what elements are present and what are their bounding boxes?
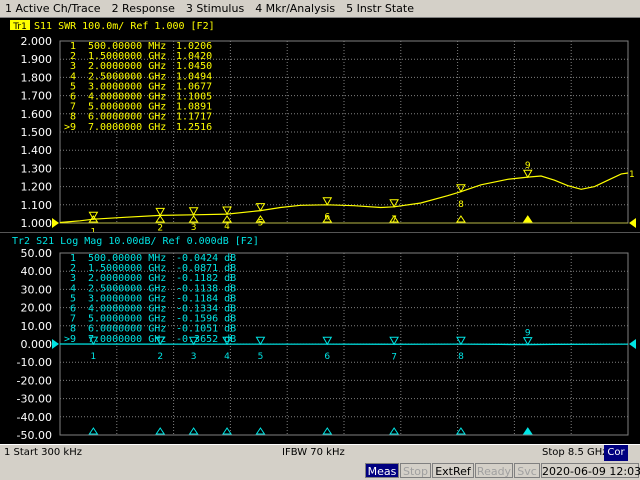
marker-number: 5 <box>258 219 264 229</box>
marker-number: 6 <box>324 213 330 223</box>
y-tick-label: 1.400 <box>21 144 53 157</box>
menu-instr-state[interactable]: 5 Instr State <box>341 2 420 15</box>
menu-active-ch-trace[interactable]: 1 Active Ch/Trace <box>0 2 107 15</box>
marker-number: 3 <box>191 223 197 232</box>
marker-triangle <box>322 197 333 206</box>
marker-triangle <box>188 207 199 216</box>
marker-triangle <box>389 336 399 346</box>
marker-stimulus-triangle <box>456 215 466 223</box>
marker-table-freq: 7.0000000 GHz <box>88 334 166 345</box>
reference-arrow-left <box>52 218 59 228</box>
marker-number: 6 <box>324 352 330 362</box>
marker-number: 5 <box>258 352 264 362</box>
marker-triangle <box>222 206 232 216</box>
channel-status-bar: 1 Start 300 kHz IFBW 70 kHz Stop 8.5 GHz… <box>0 444 640 462</box>
menu-bar: 1 Active Ch/Trace 2 Response 3 Stimulus … <box>0 0 640 18</box>
stop-frequency[interactable]: Stop 8.5 GHz <box>542 447 608 458</box>
marker-number: 9 <box>525 161 531 171</box>
reference-arrow-right <box>629 339 636 349</box>
marker-number: 8 <box>458 352 464 362</box>
correction-badge[interactable]: Cor <box>604 445 628 461</box>
marker-triangle <box>389 199 399 208</box>
marker-stimulus-triangle <box>322 427 333 435</box>
marker-triangle <box>155 207 166 217</box>
marker-number: 8 <box>458 200 464 210</box>
y-tick-label: 1.600 <box>21 108 53 121</box>
y-tick-label: 40.00 <box>21 265 53 278</box>
y-tick-label: 30.00 <box>21 283 53 296</box>
ifbw-value[interactable]: IFBW 70 kHz <box>282 447 345 458</box>
start-frequency[interactable]: 1 Start 300 kHz <box>4 447 82 458</box>
marker-table-id: >9 <box>64 122 76 133</box>
marker-number: 1 <box>91 352 97 362</box>
y-tick-label: 1.300 <box>21 162 53 175</box>
y-tick-label: 1.500 <box>21 126 53 139</box>
marker-number: 2 <box>157 352 163 362</box>
trace2-plot[interactable]: Tr2 S21 Log Mag 10.00dB/ Ref 0.000dB [F2… <box>0 232 640 444</box>
marker-table-value: 1.2516 <box>176 122 212 133</box>
y-tick-label: -10.00 <box>17 356 52 369</box>
marker-number: 7 <box>391 352 397 362</box>
y-tick-label: -40.00 <box>17 411 52 424</box>
trace1-badge: Tr1 <box>12 22 27 32</box>
menu-response[interactable]: 2 Response <box>107 2 181 15</box>
y-tick-label: 2.000 <box>21 35 53 48</box>
marker-stimulus-triangle <box>155 215 166 223</box>
trace1-plot[interactable]: Tr1 S11 SWR 100.0m/ Ref 1.000 [F2] 2.000 1.… <box>0 18 640 232</box>
svc-indicator[interactable]: Svc <box>514 463 540 478</box>
marker-stimulus-triangle <box>155 427 166 435</box>
marker-number: 9 <box>525 329 531 339</box>
trace2-graph[interactable]: Tr2 S21 Log Mag 10.00dB/ Ref 0.000dB [F2… <box>0 233 640 445</box>
menu-mkr-analysis[interactable]: 4 Mkr/Analysis <box>250 2 341 15</box>
marker-table-freq: 7.0000000 GHz <box>88 122 166 133</box>
marker-number: 3 <box>191 352 197 362</box>
instrument-status-bar: Meas Stop ExtRef Ready Svc 2020-06-09 12… <box>0 462 640 480</box>
y-tick-label: 0.000 <box>21 338 53 351</box>
y-tick-label: 50.00 <box>21 247 53 260</box>
marker-table-id: >9 <box>64 334 76 345</box>
y-tick-label: 1.800 <box>21 71 53 84</box>
marker-number: 2 <box>157 223 163 232</box>
y-tick-label: -20.00 <box>17 374 52 387</box>
y-tick-label: 1.200 <box>21 181 53 194</box>
datetime-display: 2020-06-09 12:03 <box>541 463 640 478</box>
marker-stimulus-triangle <box>188 215 199 223</box>
y-tick-label: 20.00 <box>21 302 53 315</box>
y-tick-label: 1.100 <box>21 199 53 212</box>
marker-stimulus-triangle <box>456 427 466 435</box>
marker-stimulus-triangle <box>522 215 533 223</box>
y-tick-label: -30.00 <box>17 393 52 406</box>
y-tick-label: 1.900 <box>21 53 53 66</box>
marker-number: 4 <box>224 222 230 232</box>
marker-stimulus-triangle <box>188 427 199 435</box>
marker-triangle <box>255 336 266 346</box>
marker-stimulus-triangle <box>389 427 400 435</box>
marker-triangle <box>322 336 333 346</box>
trace1-graph[interactable]: Tr1 S11 SWR 100.0m/ Ref 1.000 [F2] 2.000 1.… <box>0 18 640 232</box>
y-tick-label: 1.000 <box>21 217 53 230</box>
marker-stimulus-triangle <box>255 427 266 435</box>
marker-number: 4 <box>224 352 230 362</box>
menu-stimulus[interactable]: 3 Stimulus <box>181 2 250 15</box>
trace1-header: S11 SWR 100.0m/ Ref 1.000 [F2] <box>34 21 215 32</box>
reference-arrow-left <box>52 339 59 349</box>
marker-stimulus-triangle <box>522 427 533 435</box>
reference-arrow-right <box>629 218 636 228</box>
trace-end-label: 1 <box>629 170 635 180</box>
y-tick-label: 10.00 <box>21 320 53 333</box>
marker-triangle <box>522 169 533 179</box>
trace2-header: Tr2 S21 Log Mag 10.00dB/ Ref 0.000dB [F2… <box>12 236 259 247</box>
extref-indicator[interactable]: ExtRef <box>432 463 474 478</box>
y-tick-label: -50.00 <box>17 429 52 442</box>
meas-indicator[interactable]: Meas <box>365 463 399 478</box>
stop-indicator[interactable]: Stop <box>400 463 431 478</box>
marker-stimulus-triangle <box>88 427 99 435</box>
y-tick-label: 1.700 <box>21 90 53 103</box>
marker-stimulus-triangle <box>222 427 232 435</box>
ready-indicator[interactable]: Ready <box>475 463 513 478</box>
marker-table-value: -0.3652 dB <box>176 334 236 345</box>
marker-triangle <box>456 336 466 346</box>
